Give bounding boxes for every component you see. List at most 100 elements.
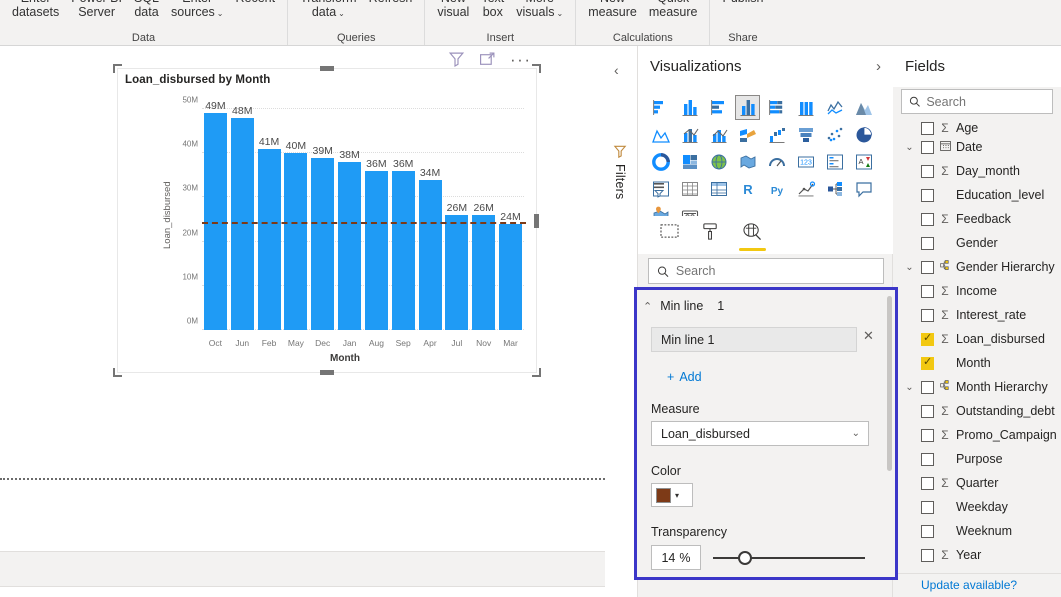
slider-knob[interactable] [737, 551, 752, 565]
q-and-a-icon[interactable] [851, 176, 876, 201]
bar-column[interactable]: 26M [443, 100, 470, 330]
area-chart-icon[interactable] [851, 95, 876, 120]
filters-label[interactable]: Filters [613, 164, 627, 199]
bar[interactable] [472, 215, 496, 330]
field-checkbox[interactable] [921, 260, 934, 274]
bar-column[interactable]: 39M [309, 100, 336, 330]
kpi-icon[interactable]: A [851, 149, 876, 174]
min-line-item[interactable]: Min line 1 [651, 327, 857, 352]
ribbon-button-visuals[interactable]: Morevisuals⌄ [510, 0, 569, 21]
field-item-weeknum[interactable]: ⌄ΣWeeknum [893, 519, 1061, 543]
field-checkbox[interactable] [921, 476, 934, 490]
field-checkbox[interactable] [921, 140, 934, 154]
ribbon-chart-icon[interactable] [735, 122, 760, 147]
fields-tab[interactable] [660, 223, 679, 247]
ribbon-button-recent[interactable]: Recent [229, 0, 281, 5]
more-options-icon[interactable]: ··· [510, 51, 531, 68]
bar-column[interactable]: 49M [202, 100, 229, 330]
stacked-bar-chart-icon[interactable] [648, 95, 673, 120]
resize-handle-right[interactable] [534, 213, 539, 228]
bar[interactable] [257, 148, 281, 330]
filter-icon[interactable] [448, 51, 465, 68]
format-tab[interactable] [701, 222, 720, 248]
fields-list[interactable]: ⌄ Σ Age ⌄ Date ⌄ Σ Day_month ⌄ΣEducation_level ⌄Σ… [893, 121, 1061, 597]
clustered-column-chart-icon[interactable] [735, 95, 760, 120]
analytics-tab[interactable] [739, 222, 766, 251]
matrix-icon[interactable] [706, 176, 731, 201]
ribbon-button-measure[interactable]: Quickmeasure [643, 0, 704, 19]
field-checkbox[interactable] [921, 428, 934, 442]
field-item-month[interactable]: ⌄ΣMonth [893, 351, 1061, 375]
field-checkbox[interactable] [921, 404, 934, 418]
color-picker-button[interactable]: ▾ [651, 483, 693, 507]
resize-handle-tl[interactable] [113, 64, 122, 73]
page-tab-bar[interactable] [0, 586, 605, 597]
bar-column[interactable]: 36M [390, 100, 417, 330]
field-item-quarter[interactable]: ⌄ΣQuarter [893, 471, 1061, 495]
field-checkbox[interactable] [921, 331, 934, 346]
ribbon-button-server[interactable]: Power BIServer [65, 0, 128, 19]
bar-column[interactable]: 40M [282, 100, 309, 330]
transparency-input[interactable]: 14 % [651, 545, 701, 570]
field-item-purpose[interactable]: ⌄ΣPurpose [893, 447, 1061, 471]
line-clustered-column-chart-icon[interactable] [706, 122, 731, 147]
bar[interactable] [364, 170, 388, 330]
field-checkbox[interactable] [921, 452, 934, 466]
bar-column[interactable]: 36M [363, 100, 390, 330]
resize-handle-top[interactable] [320, 66, 334, 71]
resize-handle-bottom[interactable] [320, 370, 334, 375]
measure-dropdown[interactable]: Loan_disbursed ⌄ [651, 421, 869, 446]
bar[interactable] [284, 153, 308, 330]
key-influencers-icon[interactable] [793, 176, 818, 201]
transparency-slider[interactable] [713, 546, 865, 570]
table-icon[interactable] [677, 176, 702, 201]
multi-row-card-icon[interactable] [822, 149, 847, 174]
field-checkbox[interactable] [921, 284, 934, 298]
field-checkbox[interactable] [921, 524, 934, 538]
100-stacked-bar-chart-icon[interactable] [764, 95, 789, 120]
stacked-column-chart-icon[interactable] [677, 95, 702, 120]
resize-handle-br[interactable] [532, 368, 541, 377]
bar[interactable] [311, 157, 335, 330]
format-search-box[interactable] [648, 258, 884, 284]
bar-column[interactable]: 26M [470, 100, 497, 330]
field-item-feedback[interactable]: ⌄ΣFeedback [893, 207, 1061, 231]
field-item-income[interactable]: ⌄ΣIncome [893, 279, 1061, 303]
field-checkbox[interactable] [921, 355, 934, 370]
field-checkbox[interactable] [921, 164, 934, 178]
ribbon-button-data[interactable]: Transformdata⌄ [294, 0, 363, 21]
field-item-loan_disbursed[interactable]: ⌄ΣLoan_disbursed [893, 327, 1061, 351]
add-line-button[interactable]: + Add [667, 370, 702, 384]
bar-column[interactable]: 38M [336, 100, 363, 330]
expand-chevron-icon[interactable]: ⌄ [903, 142, 916, 153]
stacked-area-chart-icon[interactable] [648, 122, 673, 147]
bar-column[interactable]: 48M [229, 100, 256, 330]
r-script-visual-icon[interactable]: R [735, 176, 760, 201]
scatter-chart-icon[interactable] [822, 122, 847, 147]
treemap-icon[interactable] [677, 149, 702, 174]
field-item-year[interactable]: ⌄ΣYear [893, 543, 1061, 567]
waterfall-chart-icon[interactable] [764, 122, 789, 147]
ribbon-button-data[interactable]: SQLdata [128, 0, 165, 19]
bar[interactable] [445, 215, 469, 330]
donut-chart-icon[interactable] [648, 149, 673, 174]
focus-mode-icon[interactable] [479, 51, 496, 68]
field-checkbox[interactable] [921, 236, 934, 250]
bar-column[interactable]: 41M [256, 100, 283, 330]
filters-collapse-chevron[interactable]: ‹ [614, 62, 619, 78]
bar[interactable] [338, 161, 362, 330]
bar[interactable] [498, 223, 523, 330]
clustered-bar-chart-icon[interactable] [706, 95, 731, 120]
field-item-month-hierarchy[interactable]: ⌄ Month Hierarchy [893, 375, 1061, 399]
filter-funnel-icon[interactable] [613, 144, 628, 159]
field-item-day_month[interactable]: ⌄ΣDay_month [893, 159, 1061, 183]
visualizations-expand-chevron[interactable]: › [876, 58, 881, 75]
bar[interactable] [391, 170, 415, 330]
field-checkbox[interactable] [921, 548, 934, 562]
fields-search-box[interactable] [901, 89, 1053, 114]
format-search-input[interactable] [675, 264, 875, 278]
field-item-outstanding_debt[interactable]: ⌄ΣOutstanding_debt [893, 399, 1061, 423]
fields-search-input[interactable] [926, 94, 1045, 109]
bar-chart-visual[interactable]: Loan_disbursed by Month Loan_disbursed 0… [113, 64, 541, 377]
expand-chevron-icon[interactable]: ⌄ [903, 262, 916, 273]
